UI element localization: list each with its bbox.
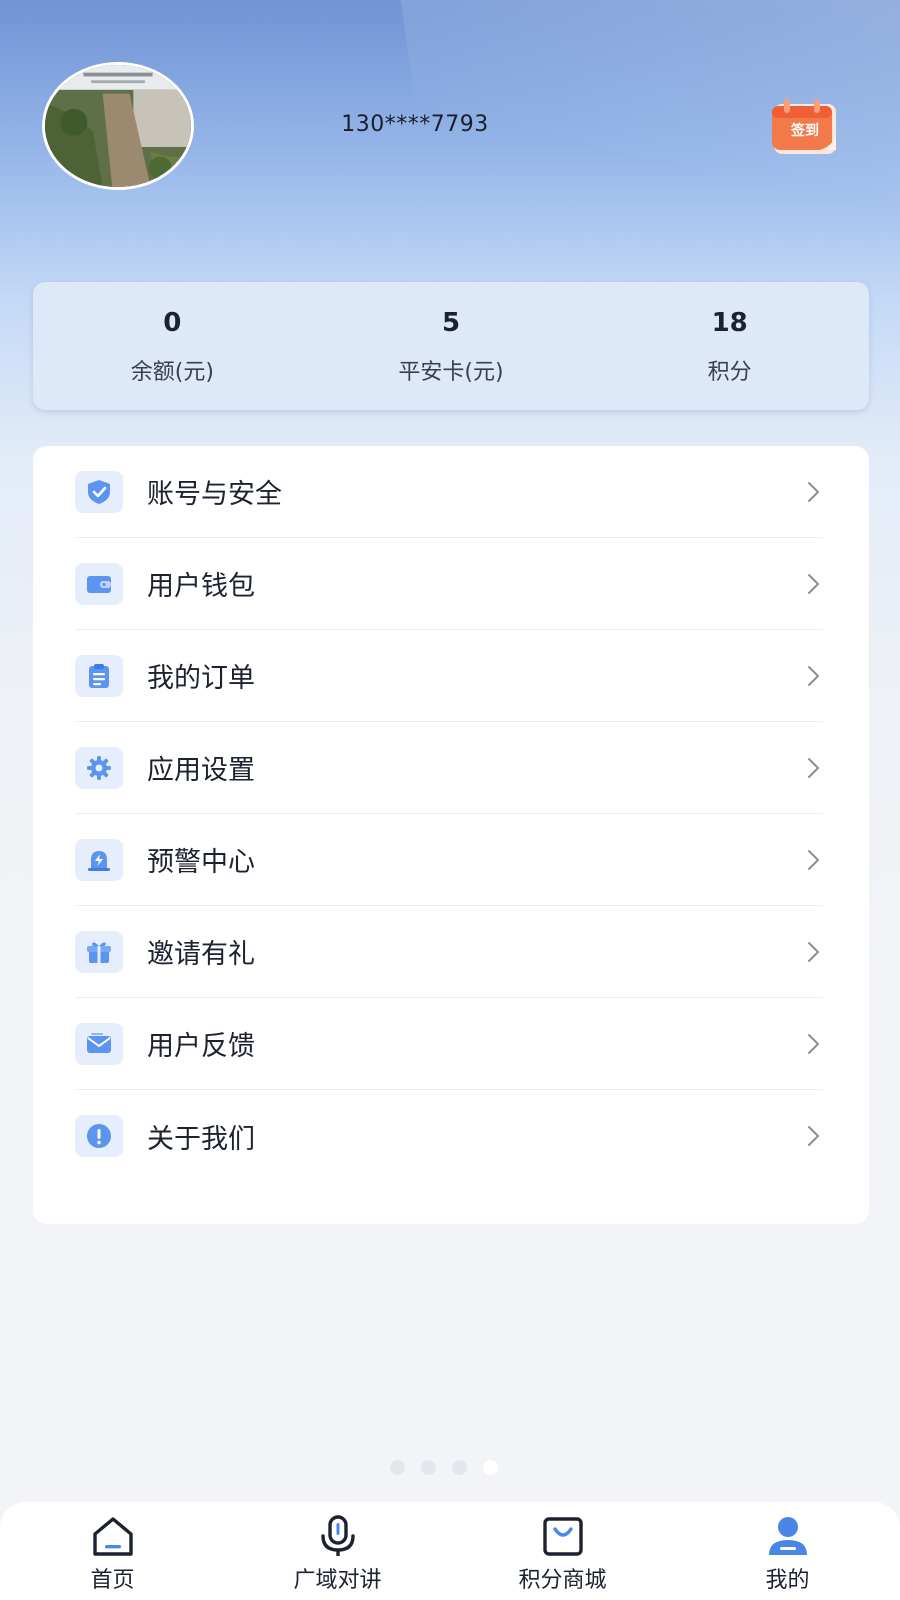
menu-item-label: 我的订单 [147,663,255,694]
menu-item-label: 邀请有礼 [147,939,255,970]
chevron-right-icon [805,663,823,689]
tab-intercom[interactable]: 广域对讲 [225,1502,450,1600]
stat-value: 18 [711,308,748,338]
stats-card: 0 余额(元) 5 平安卡(元) 18 积分 [33,282,869,410]
envelope-icon [87,1032,111,1053]
stat-value: 0 [163,308,182,338]
bottom-tab-bar: 首页 广域对讲 积分商城 我的 [0,1502,900,1600]
phone-number: 130****7793 [341,112,489,137]
tab-label: 积分商城 [518,1568,607,1593]
stat-points[interactable]: 18 积分 [590,282,869,410]
menu-item-feedback[interactable]: 用户反馈 [75,998,823,1090]
chevron-right-icon [805,479,823,505]
stat-label: 积分 [707,360,752,385]
menu-item-label: 关于我们 [147,1123,255,1155]
chevron-right-icon [805,1123,823,1149]
avatar-photo [45,65,191,187]
stat-safety-card[interactable]: 5 平安卡(元) [312,282,591,410]
checkin-label: 签到 [791,123,819,139]
background-sky [400,0,900,315]
menu-item-label: 用户反馈 [147,1031,255,1062]
menu-item-about[interactable]: 关于我们 [75,1090,823,1182]
menu-item-label: 用户钱包 [147,571,255,602]
chevron-right-icon [805,847,823,873]
page-dot [390,1460,405,1475]
alarm-icon [88,850,110,871]
chevron-right-icon [805,939,823,965]
menu-item-label: 账号与安全 [147,479,282,510]
menu-item-wallet[interactable]: 用户钱包 [75,538,823,630]
tab-label: 我的 [765,1568,810,1593]
gear-icon [87,755,111,780]
clipboard-icon [89,663,109,688]
page-dot [421,1460,436,1475]
page-indicator [390,1460,498,1475]
chevron-right-icon [805,1031,823,1057]
wallet-icon [87,575,111,593]
microphone-icon [320,1515,355,1556]
stat-label: 平安卡(元) [398,360,504,385]
shield-check-icon [88,479,110,504]
checkin-button[interactable]: 签到 [770,96,840,156]
stat-balance[interactable]: 0 余额(元) [33,282,312,410]
stat-label: 余额(元) [130,360,214,385]
menu-item-label: 预警中心 [147,847,255,878]
tab-home[interactable]: 首页 [0,1502,225,1600]
chevron-right-icon [805,571,823,597]
gift-icon [87,941,111,963]
home-icon [92,1517,133,1556]
info-icon [87,1124,111,1148]
user-icon [768,1517,807,1555]
menu-item-settings[interactable]: 应用设置 [75,722,823,814]
menu-item-alert-center[interactable]: 预警中心 [75,814,823,906]
avatar[interactable] [42,62,194,190]
page-dot-active [483,1460,498,1475]
menu-item-invite[interactable]: 邀请有礼 [75,906,823,998]
tab-mine[interactable]: 我的 [675,1502,900,1600]
menu-list: 账号与安全 用户钱包 我的订单 应用设置 预警中心 邀请有礼 用户反馈 关于我们 [33,446,869,1224]
shopping-bag-icon [542,1517,583,1556]
stat-value: 5 [441,308,461,338]
tab-label: 首页 [90,1568,135,1593]
tab-label: 广域对讲 [293,1568,382,1593]
chevron-right-icon [805,755,823,781]
page-dot [452,1460,467,1475]
menu-item-orders[interactable]: 我的订单 [75,630,823,722]
tab-points-mall[interactable]: 积分商城 [450,1502,675,1600]
menu-item-account-security[interactable]: 账号与安全 [75,446,823,538]
menu-item-label: 应用设置 [147,755,255,786]
